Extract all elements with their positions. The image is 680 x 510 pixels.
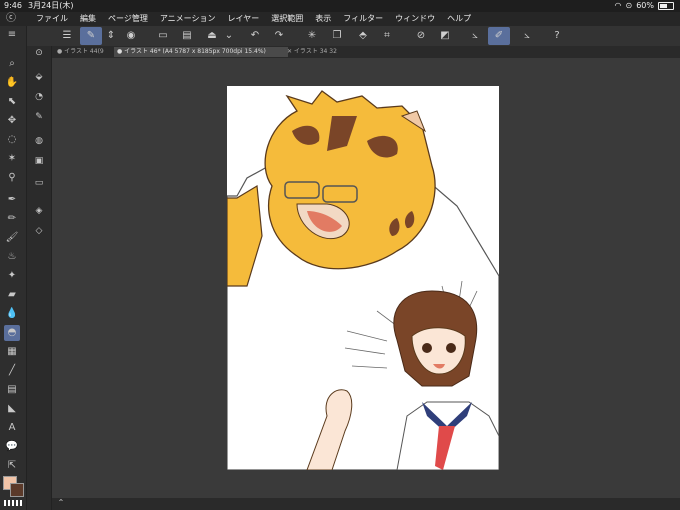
bottom-bar: ⌃: [52, 498, 680, 510]
invert-selection-icon[interactable]: ◩: [438, 29, 452, 43]
status-time: 9:46: [4, 1, 22, 10]
battery-percent: 60%: [636, 1, 654, 10]
tool-property-icon[interactable]: ✎: [32, 110, 46, 124]
clip-studio-logo-icon[interactable]: ⓒ: [6, 12, 20, 26]
clear-selection-icon[interactable]: ⊘: [414, 29, 428, 43]
balloon-icon[interactable]: 💬: [4, 439, 20, 455]
sub-tool-bar: ⊙ ⬙ ◔ ✎ ◍ ▣ ▭ ◈ ◇: [27, 46, 52, 510]
object-select-icon[interactable]: ⬉: [4, 94, 20, 110]
menu-edit[interactable]: 編集: [80, 12, 96, 26]
canvas-illustration[interactable]: [227, 86, 499, 470]
brush-size-icon[interactable]: ⬙: [32, 70, 46, 84]
ios-status-bar: 9:46 3月24日(木) ◠ ⊙ 60%: [0, 0, 680, 12]
rotation-lock-icon: ⊙: [625, 1, 633, 10]
crop-icon[interactable]: ⌗: [380, 29, 394, 43]
battery-icon: [658, 2, 674, 10]
tool-palette: ≡ ⌕ ✋ ⬉ ✥ ◌ ✶ ⚲ ✒ ✏ 🖌 ♨ ✦ ▰ 💧 ◓ ▦ ╱ ▤ ◣ …: [0, 26, 27, 510]
menu-file[interactable]: ファイル: [36, 12, 68, 26]
updown-arrows-icon[interactable]: ⇕: [104, 29, 118, 43]
gradient-icon[interactable]: ▦: [4, 344, 20, 360]
hamburger-menu-icon[interactable]: ☰: [60, 29, 74, 43]
menu-selection[interactable]: 選択範囲: [271, 12, 303, 26]
color-palette-icon[interactable]: ◍: [32, 134, 46, 148]
sub-color-swatch[interactable]: [10, 483, 24, 497]
move-icon[interactable]: ✥: [4, 113, 20, 129]
palette-handle-icon[interactable]: ≡: [4, 27, 20, 43]
command-bar: « ☰ ✎ ⇕ ◉ ▭ ▤ ⏏ ⌄ ↶ ↷ ✳ ❐ ⬘ ⌗ ⊘ ◩ ⦣ ✐ ⦣ …: [0, 26, 680, 47]
open-file-icon[interactable]: ▤: [180, 29, 194, 43]
illustration-artwork: [227, 90, 499, 470]
fill-bucket-icon[interactable]: ◓: [4, 325, 20, 341]
layer-copy-icon[interactable]: ❐: [330, 29, 344, 43]
color-set-icon[interactable]: ▣: [32, 154, 46, 168]
lasso-icon[interactable]: ◌: [4, 132, 20, 148]
status-date: 3月24日(木): [28, 1, 74, 10]
menu-layer[interactable]: レイヤー: [228, 12, 260, 26]
redo-icon[interactable]: ↷: [272, 29, 286, 43]
tab-illust-46[interactable]: ● イラスト 46* (A4 5787 x 8185px 700dpi 15.4…: [114, 47, 288, 57]
wifi-icon: ◠: [614, 1, 622, 10]
tab-illust-44[interactable]: ● イラスト 44(9: [54, 47, 116, 57]
help-icon[interactable]: ?: [550, 29, 564, 43]
document-tabs: ● イラスト 44(9 ● イラスト 46* (A4 5787 x 8185px…: [52, 46, 680, 58]
edit-mode-icon[interactable]: ✎: [80, 27, 102, 45]
pen-icon[interactable]: ✒: [4, 192, 20, 208]
brush-icon[interactable]: 🖌: [4, 230, 20, 246]
menu-filter[interactable]: フィルター: [343, 12, 383, 26]
ruler-icon[interactable]: ◣: [4, 401, 20, 417]
blend-icon[interactable]: 💧: [4, 306, 20, 322]
pencil-icon[interactable]: ✏: [4, 211, 20, 227]
undo-icon[interactable]: ↶: [248, 29, 262, 43]
navigator-icon[interactable]: ▭: [32, 176, 46, 190]
expand-arrow-icon[interactable]: ⌃: [54, 496, 68, 510]
hand-icon[interactable]: ✋: [4, 75, 20, 91]
airbrush-icon[interactable]: ♨: [4, 249, 20, 265]
menu-view[interactable]: 表示: [315, 12, 331, 26]
eyedropper-icon[interactable]: ⚲: [4, 170, 20, 186]
zoom-icon[interactable]: ⌕: [4, 56, 20, 72]
magic-wand-icon[interactable]: ✶: [4, 151, 20, 167]
chevron-down-icon[interactable]: ⌄: [222, 29, 236, 43]
layers-icon[interactable]: ◇: [32, 224, 46, 238]
menu-window[interactable]: ウィンドウ: [395, 12, 435, 26]
pen-line-icon[interactable]: ⦣: [520, 29, 534, 43]
view-icon[interactable]: ◉: [124, 29, 138, 43]
transparent-color-swatch[interactable]: [4, 500, 22, 506]
menu-items: ファイル 編集 ページ管理 アニメーション レイヤー 選択範囲 表示 フィルター…: [36, 12, 471, 26]
menu-help[interactable]: ヘルプ: [447, 12, 471, 26]
line-icon[interactable]: ╱: [4, 363, 20, 379]
layer-property-icon[interactable]: ◈: [32, 204, 46, 218]
text-icon[interactable]: A: [4, 420, 20, 436]
fill-icon[interactable]: ⬘: [356, 29, 370, 43]
sub-tool-icon[interactable]: ⊙: [32, 46, 46, 60]
menu-animation[interactable]: アニメーション: [160, 12, 216, 26]
frame-border-icon[interactable]: ▤: [4, 382, 20, 398]
status-right: ◠ ⊙ 60%: [615, 0, 674, 12]
menu-bar: ⓒ ファイル 編集 ページ管理 アニメーション レイヤー 選択範囲 表示 フィル…: [0, 12, 680, 26]
eraser-icon[interactable]: ▰: [4, 287, 20, 303]
stabilizer-pen-icon[interactable]: ✐: [488, 27, 510, 45]
menu-page-management[interactable]: ページ管理: [108, 12, 148, 26]
loading-icon[interactable]: ✳: [305, 29, 319, 43]
save-icon[interactable]: ⏏: [205, 29, 219, 43]
new-file-icon[interactable]: ▭: [156, 29, 170, 43]
correct-line-icon[interactable]: ⇱: [4, 458, 20, 474]
tab-illust-34[interactable]: ✕ イラスト 34 32: [284, 47, 338, 57]
decoration-icon[interactable]: ✦: [4, 268, 20, 284]
color-swatches[interactable]: [3, 476, 24, 497]
color-circle-icon[interactable]: ◔: [32, 90, 46, 104]
ruler-pen-icon[interactable]: ⦣: [468, 29, 482, 43]
